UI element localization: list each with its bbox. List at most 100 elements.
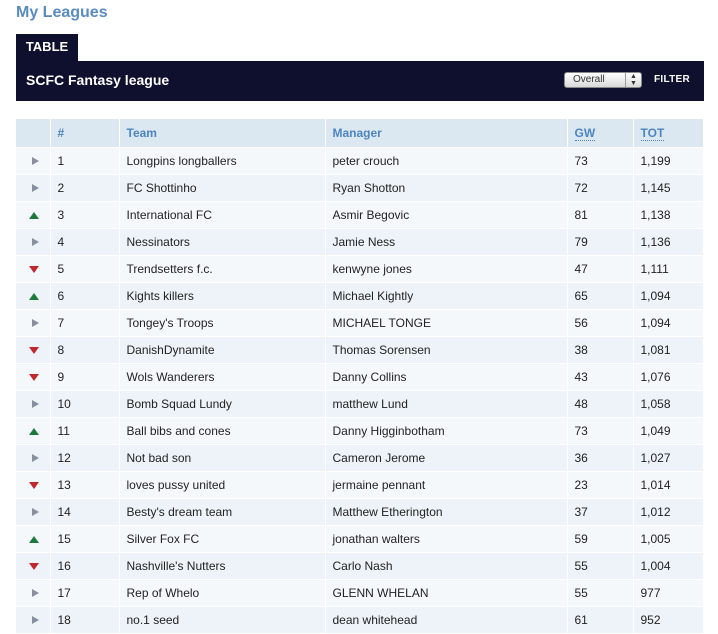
arrow-right-icon [31,454,39,462]
league-header-bar: SCFC Fantasy league Overall ▲ ▼ FILTER [16,61,704,101]
filter-select[interactable]: Overall ▲ ▼ [564,72,642,88]
manager-cell: Asmir Begovic [325,201,568,229]
team-link[interactable]: DanishDynamite [119,336,326,364]
manager-cell: Matthew Etherington [325,498,568,526]
team-link[interactable]: loves pussy united [119,471,326,499]
team-link[interactable]: Tongey's Troops [119,309,326,337]
movement-cell [16,444,51,472]
arrow-right-icon [31,400,39,408]
gw-cell: 65 [567,282,634,310]
tot-cell: 952 [633,606,704,633]
gw-cell: 55 [567,552,634,580]
rank-cell: 14 [50,498,120,526]
rank-column-header: # [50,119,120,148]
tot-column-header[interactable]: TOT [633,119,704,148]
team-link[interactable]: Nashville's Nutters [119,552,326,580]
team-link[interactable]: Nessinators [119,228,326,256]
table-row: 2 FC Shottinho Ryan Shotton 72 1,145 [16,174,704,202]
gw-cell: 43 [567,363,634,391]
arrow-up-icon [29,293,40,300]
rank-cell: 10 [50,390,120,418]
league-table: # Team Manager GW TOT 1 Longpins longball… [16,119,704,633]
team-link[interactable]: Trendsetters f.c. [119,255,326,283]
gw-cell: 59 [567,525,634,553]
gw-cell: 55 [567,579,634,607]
tot-cell: 1,094 [633,309,704,337]
team-link[interactable]: Kights killers [119,282,326,310]
manager-cell: Danny Collins [325,363,568,391]
team-link[interactable]: International FC [119,201,326,229]
arrow-down-icon [29,482,40,489]
gw-cell: 61 [567,606,634,633]
movement-cell [16,147,51,175]
gw-cell: 47 [567,255,634,283]
team-link[interactable]: Bomb Squad Lundy [119,390,326,418]
gw-cell: 79 [567,228,634,256]
team-link[interactable]: Ball bibs and cones [119,417,326,445]
tot-cell: 1,004 [633,552,704,580]
tot-cell: 1,014 [633,471,704,499]
manager-cell: Ryan Shotton [325,174,568,202]
movement-cell [16,201,51,229]
rank-cell: 9 [50,363,120,391]
manager-cell: Carlo Nash [325,552,568,580]
movement-cell [16,417,51,445]
manager-header-label: Manager [332,126,382,140]
manager-cell: Michael Kightly [325,282,568,310]
tot-header-label[interactable]: TOT [640,126,665,141]
movement-cell [16,255,51,283]
tot-cell: 1,058 [633,390,704,418]
rank-cell: 18 [50,606,120,633]
team-link[interactable]: Rep of Whelo [119,579,326,607]
movement-cell [16,471,51,499]
team-link[interactable]: Not bad son [119,444,326,472]
league-name: SCFC Fantasy league [26,72,170,88]
manager-cell: kenwyne jones [325,255,568,283]
team-link[interactable]: Wols Wanderers [119,363,326,391]
movement-cell [16,228,51,256]
gw-cell: 81 [567,201,634,229]
manager-cell: jermaine pennant [325,471,568,499]
tot-cell: 1,138 [633,201,704,229]
rank-cell: 12 [50,444,120,472]
rank-header-label: # [57,126,65,140]
manager-cell: MICHAEL TONGE [325,309,568,337]
table-row: 10 Bomb Squad Lundy matthew Lund 48 1,058 [16,390,704,418]
team-link[interactable]: Longpins longballers [119,147,326,175]
arrow-right-icon [31,157,39,165]
gw-cell: 56 [567,309,634,337]
gw-cell: 73 [567,417,634,445]
gw-column-header[interactable]: GW [567,119,634,148]
gw-cell: 73 [567,147,634,175]
tab-table[interactable]: TABLE [16,34,78,62]
team-link[interactable]: no.1 seed [119,606,326,633]
table-row: 1 Longpins longballers peter crouch 73 1,199 [16,147,704,175]
tot-cell: 1,145 [633,174,704,202]
tot-cell: 1,076 [633,363,704,391]
team-link[interactable]: FC Shottinho [119,174,326,202]
table-row: 9 Wols Wanderers Danny Collins 43 1,076 [16,363,704,391]
movement-cell [16,525,51,553]
arrow-right-icon [31,238,39,246]
team-link[interactable]: Besty's dream team [119,498,326,526]
tot-cell: 1,094 [633,282,704,310]
manager-cell: GLENN WHELAN [325,579,568,607]
table-row: 4 Nessinators Jamie Ness 79 1,136 [16,228,704,256]
gw-header-label[interactable]: GW [574,126,596,141]
tot-cell: 1,081 [633,336,704,364]
table-row: 16 Nashville's Nutters Carlo Nash 55 1,004 [16,552,704,580]
table-row: 6 Kights killers Michael Kightly 65 1,094 [16,282,704,310]
arrow-down-icon [29,563,40,570]
filter-button[interactable]: FILTER [654,74,690,85]
team-link[interactable]: Silver Fox FC [119,525,326,553]
movement-cell [16,282,51,310]
table-row: 11 Ball bibs and cones Danny Higginbotham 7… [16,417,704,445]
arrow-up-icon [29,212,40,219]
arrow-right-icon [31,589,39,597]
gw-cell: 23 [567,471,634,499]
movement-cell [16,552,51,580]
tot-cell: 1,049 [633,417,704,445]
rank-cell: 3 [50,201,120,229]
manager-cell: Danny Higginbotham [325,417,568,445]
arrow-down-icon [29,266,40,273]
